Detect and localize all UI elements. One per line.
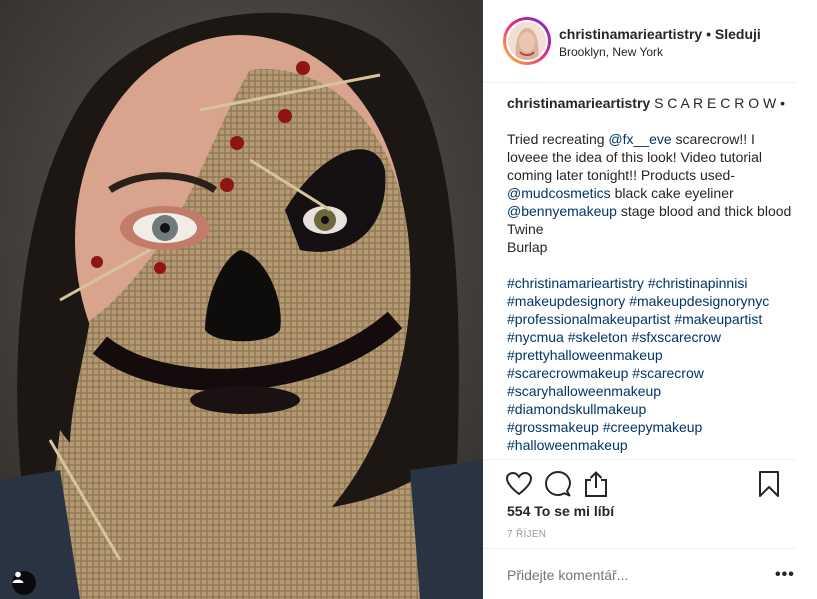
caption-line: #scarecrowmakeup #scarecrow: [507, 364, 797, 382]
user-tag-button[interactable]: [12, 571, 36, 595]
hashtag-link[interactable]: #grossmakeup: [507, 419, 599, 435]
comment-button[interactable]: [544, 470, 572, 498]
caption-line: Tried recreating @fx__eve scarecrow!! I …: [507, 130, 797, 184]
likes-label: To se mi líbí: [534, 503, 615, 519]
header-username[interactable]: christinamarieartistry: [559, 26, 702, 42]
hashtag-link[interactable]: #makeupdesignorynyc: [629, 293, 769, 309]
hashtag-link[interactable]: #creepymakeup: [603, 419, 703, 435]
save-button[interactable]: [755, 470, 783, 498]
like-button[interactable]: [505, 470, 533, 498]
mention-link[interactable]: @bennyemakeup: [507, 203, 617, 219]
caption-line: #halloweenmakeup: [507, 436, 797, 454]
caption-line: #christinamarieartistry #christinapinnis…: [507, 274, 797, 292]
avatar-image: [508, 22, 546, 60]
caption-line: #diamondskullmakeup: [507, 400, 797, 418]
hashtag-link[interactable]: #diamondskullmakeup: [507, 401, 646, 417]
caption-line: #scaryhalloweenmakeup: [507, 382, 797, 400]
hashtag-link[interactable]: #christinamarieartistry: [507, 275, 644, 291]
following-button[interactable]: Sleduji: [715, 26, 761, 42]
caption-username[interactable]: christinamarieartistry: [507, 95, 650, 111]
hashtag-link[interactable]: #scarecrowmakeup: [507, 365, 628, 381]
caption-line: #professionalmakeupartist #makeupartist: [507, 310, 797, 328]
caption-text: Twine: [507, 221, 544, 237]
hashtag-link[interactable]: #prettyhalloweenmakeup: [507, 347, 663, 363]
hashtag-link[interactable]: #sfxscarecrow: [632, 329, 721, 345]
likes-number: 554: [507, 503, 531, 519]
caption-line: @mudcosmetics black cake eyeliner: [507, 184, 797, 202]
post-date[interactable]: 7 ŘÍJEN: [507, 529, 546, 540]
separator-dot: •: [706, 26, 711, 42]
caption-text: Tried recreating: [507, 131, 609, 147]
hashtag-link[interactable]: #scaryhalloweenmakeup: [507, 383, 661, 399]
location-link[interactable]: Brooklyn, New York: [559, 45, 663, 59]
caption-line: Twine: [507, 220, 797, 238]
avatar[interactable]: [506, 20, 548, 62]
header-user-line: christinamarieartistry • Sleduji: [559, 26, 761, 42]
share-button[interactable]: [582, 470, 610, 498]
likes-count[interactable]: 554 To se mi líbí: [507, 503, 614, 519]
hashtag-link[interactable]: #halloweenmakeup: [507, 437, 628, 453]
caption-text: Burlap: [507, 239, 548, 255]
mention-link[interactable]: @fx__eve: [608, 131, 671, 147]
share-icon: [585, 471, 607, 497]
user-tag-icon: [12, 571, 24, 583]
mention-link[interactable]: @mudcosmetics: [507, 185, 611, 201]
caption-title-line: christinamarieartistry S C A R E C R O W…: [507, 94, 797, 112]
caption-line: Burlap: [507, 238, 797, 256]
caption-body: Tried recreating @fx__eve scarecrow!! I …: [507, 130, 797, 454]
hashtag-link[interactable]: #makeupdesignory: [507, 293, 625, 309]
caption-line: #grossmakeup #creepymakeup: [507, 418, 797, 436]
caption-line: #makeupdesignory #makeupdesignorynyc: [507, 292, 797, 310]
caption-line: #prettyhalloweenmakeup: [507, 346, 797, 364]
caption-line: #nycmua #skeleton #sfxscarecrow: [507, 328, 797, 346]
hashtag-link[interactable]: #christinapinnisi: [648, 275, 748, 291]
avatar-story-ring[interactable]: [503, 17, 551, 65]
more-options-button[interactable]: •••: [775, 566, 795, 584]
post-header: christinamarieartistry • Sleduji Brookly…: [483, 0, 796, 83]
caption-text: stage blood and thick blood: [616, 203, 792, 219]
comment-icon: [545, 471, 571, 497]
divider: [483, 459, 796, 460]
post-details-panel: christinamarieartistry • Sleduji Brookly…: [483, 0, 817, 599]
caption-title: S C A R E C R O W •: [654, 95, 785, 111]
hashtag-link[interactable]: #professionalmakeupartist: [507, 311, 670, 327]
hashtag-link[interactable]: #skeleton: [568, 329, 628, 345]
divider: [483, 548, 796, 549]
action-bar: [505, 470, 797, 498]
hashtag-link[interactable]: #makeupartist: [674, 311, 762, 327]
caption-line: @bennyemakeup stage blood and thick bloo…: [507, 202, 797, 220]
hashtag-link[interactable]: #scarecrow: [632, 365, 704, 381]
caption: christinamarieartistry S C A R E C R O W…: [507, 94, 797, 460]
post-photo-drawing: [0, 0, 483, 599]
caption-text: black cake eyeliner: [610, 185, 734, 201]
comment-input[interactable]: [507, 567, 747, 583]
heart-icon: [506, 472, 532, 496]
hashtag-link[interactable]: #nycmua: [507, 329, 564, 345]
post-image[interactable]: [0, 0, 483, 599]
bookmark-icon: [759, 471, 779, 497]
